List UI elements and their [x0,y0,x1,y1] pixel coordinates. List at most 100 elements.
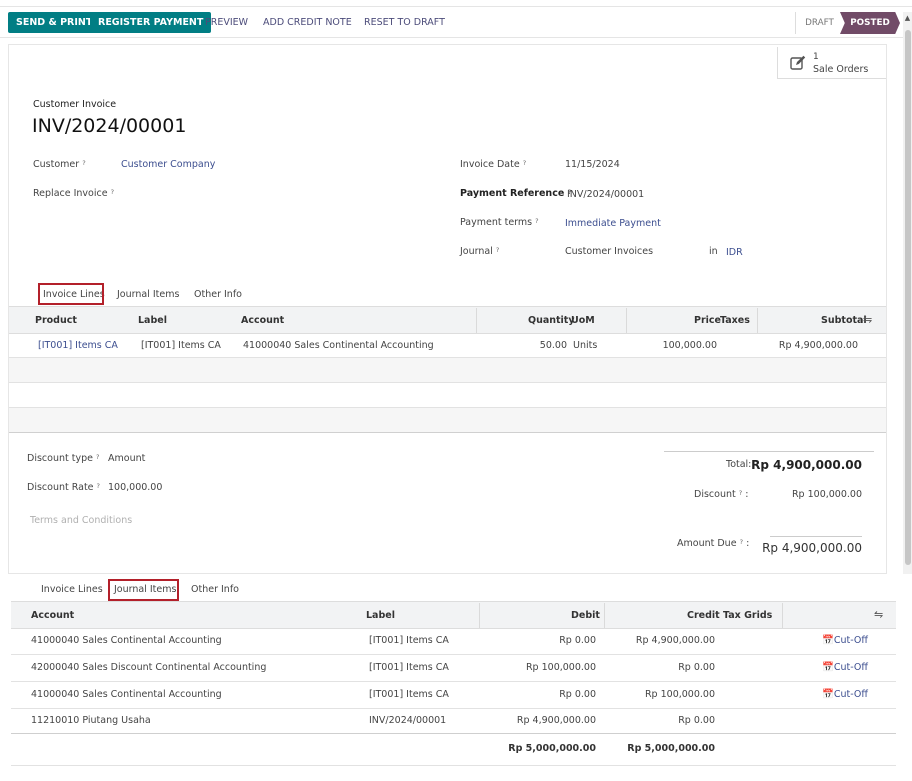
col-taxes[interactable]: Taxes [720,315,750,326]
journal-label[interactable]: [IT001] Items CA [369,689,449,700]
currency-field[interactable]: IDR [726,247,743,258]
cutoff-button[interactable]: 📅Cut-Off [822,689,868,700]
tab-journal-items[interactable]: Journal Items [117,289,179,300]
empty-row [9,358,886,382]
journal-debit[interactable]: Rp 0.00 [480,689,596,700]
col-quantity[interactable]: Quantity [528,315,575,326]
journal-label: Journal ? [460,246,500,257]
send-print-button[interactable]: SEND & PRINT [8,12,101,33]
register-payment-button[interactable]: REGISTER PAYMENT [90,12,212,33]
col-separator [476,308,477,333]
journal-credit[interactable]: Rp 4,900,000.00 [605,635,715,646]
col-account[interactable]: Account [31,610,74,621]
line-uom[interactable]: Units [573,340,597,351]
discount-total-label: Discount ? : [694,489,749,500]
optional-columns-icon[interactable]: ⇋ [874,608,883,621]
payment-reference-label: Payment Reference ? [460,188,572,199]
sale-orders-count: 1 [813,52,819,62]
invoice-date-label: Invoice Date ? [460,159,527,170]
status-draft[interactable]: DRAFT [795,12,843,34]
cutoff-button[interactable]: 📅Cut-Off [822,662,868,673]
amount-due-value: Rp 4,900,000.00 [762,541,862,555]
invoice-number: INV/2024/00001 [32,115,187,137]
journal-account[interactable]: 42000040 Sales Discount Continental Acco… [31,662,266,673]
journal-field[interactable]: Customer Invoices [565,246,653,257]
col-credit[interactable]: Credit [687,610,720,621]
document-type: Customer Invoice [33,99,117,110]
discount-type-label: Discount type ? [27,453,100,464]
invoice-date-field[interactable]: 11/15/2024 [565,159,620,170]
preview-button[interactable]: PREVIEW [205,12,248,33]
journal-account[interactable]: 41000040 Sales Continental Accounting [31,689,222,700]
journal-total-debit: Rp 5,000,000.00 [508,743,596,754]
empty-row [9,408,886,432]
col-account[interactable]: Account [241,315,284,326]
status-posted[interactable]: POSTED [840,12,900,34]
col-subtotal[interactable]: Subtotal [821,315,867,326]
edit-icon [790,55,806,70]
journal-credit[interactable]: Rp 100,000.00 [605,689,715,700]
col-uom[interactable]: UoM [571,315,595,326]
replace-invoice-label: Replace Invoice ? [33,188,115,199]
col-product[interactable]: Product [35,315,77,326]
sale-orders-label: Sale Orders [813,64,869,75]
line-label[interactable]: [IT001] Items CA [141,340,221,351]
col-tax-grids[interactable]: Tax Grids [723,610,772,621]
journal-in-text: in [709,246,718,257]
row-divider [9,382,886,383]
journal-credit[interactable]: Rp 0.00 [605,715,715,726]
amount-due-label: Amount Due ? : [677,538,750,549]
tab-invoice-lines[interactable]: Invoice Lines [41,584,103,595]
journal-debit[interactable]: Rp 100,000.00 [480,662,596,673]
cutoff-button[interactable]: 📅Cut-Off [822,635,868,646]
line-account[interactable]: 41000040 Sales Continental Accounting [243,340,434,351]
sale-orders-smart-button[interactable]: 1 Sale Orders [777,47,886,79]
totals-divider [664,451,874,452]
col-label[interactable]: Label [138,315,167,326]
journal-debit[interactable]: Rp 0.00 [480,635,596,646]
payment-reference-field[interactable]: INV/2024/00001 [567,189,644,200]
tab-other-info[interactable]: Other Info [191,584,239,595]
row-divider [11,765,896,766]
tab-other-info[interactable]: Other Info [194,289,242,300]
line-quantity[interactable]: 50.00 [500,340,567,351]
row-divider [11,654,896,655]
line-price[interactable]: 100,000.00 [640,340,717,351]
reset-to-draft-button[interactable]: RESET TO DRAFT [364,12,445,33]
journal-credit[interactable]: Rp 0.00 [605,662,715,673]
optional-columns-icon[interactable]: ⇋ [863,313,872,326]
customer-label: Customer ? [33,159,86,170]
col-separator [626,308,627,333]
col-price[interactable]: Price [694,315,721,326]
col-separator [757,308,758,333]
scroll-up-arrow-icon[interactable]: ▲ [903,12,912,24]
journal-account[interactable]: 41000040 Sales Continental Accounting [31,635,222,646]
line-product[interactable]: [IT001] Items CA [38,340,118,351]
terms-conditions-input[interactable]: Terms and Conditions [30,515,132,526]
amount-due-divider [770,536,862,537]
payment-terms-field[interactable]: Immediate Payment [565,218,661,229]
journal-label[interactable]: [IT001] Items CA [369,662,449,673]
line-subtotal: Rp 4,900,000.00 [778,340,858,351]
col-debit[interactable]: Debit [571,610,600,621]
tab-journal-items-highlight [108,579,179,601]
discount-type-field[interactable]: Amount [108,453,145,464]
calendar-icon: 📅 [822,689,834,700]
col-label[interactable]: Label [366,610,395,621]
control-panel: SEND & PRINT REGISTER PAYMENT PREVIEW AD… [0,6,912,38]
calendar-icon: 📅 [822,662,834,673]
discount-rate-label: Discount Rate ? [27,482,100,493]
row-divider [9,432,886,433]
journal-label[interactable]: INV/2024/00001 [369,715,446,726]
add-credit-note-button[interactable]: ADD CREDIT NOTE [263,12,352,33]
scrollbar-thumb[interactable] [905,30,911,565]
customer-field[interactable]: Customer Company [121,159,215,170]
col-separator [479,603,480,628]
discount-rate-field[interactable]: 100,000.00 [108,482,162,493]
journal-label[interactable]: [IT001] Items CA [369,635,449,646]
journal-account[interactable]: 11210010 Piutang Usaha [31,715,151,726]
payment-terms-label: Payment terms ? [460,217,539,228]
row-divider [11,681,896,682]
tab-invoice-lines-highlight [38,283,104,305]
journal-debit[interactable]: Rp 4,900,000.00 [480,715,596,726]
